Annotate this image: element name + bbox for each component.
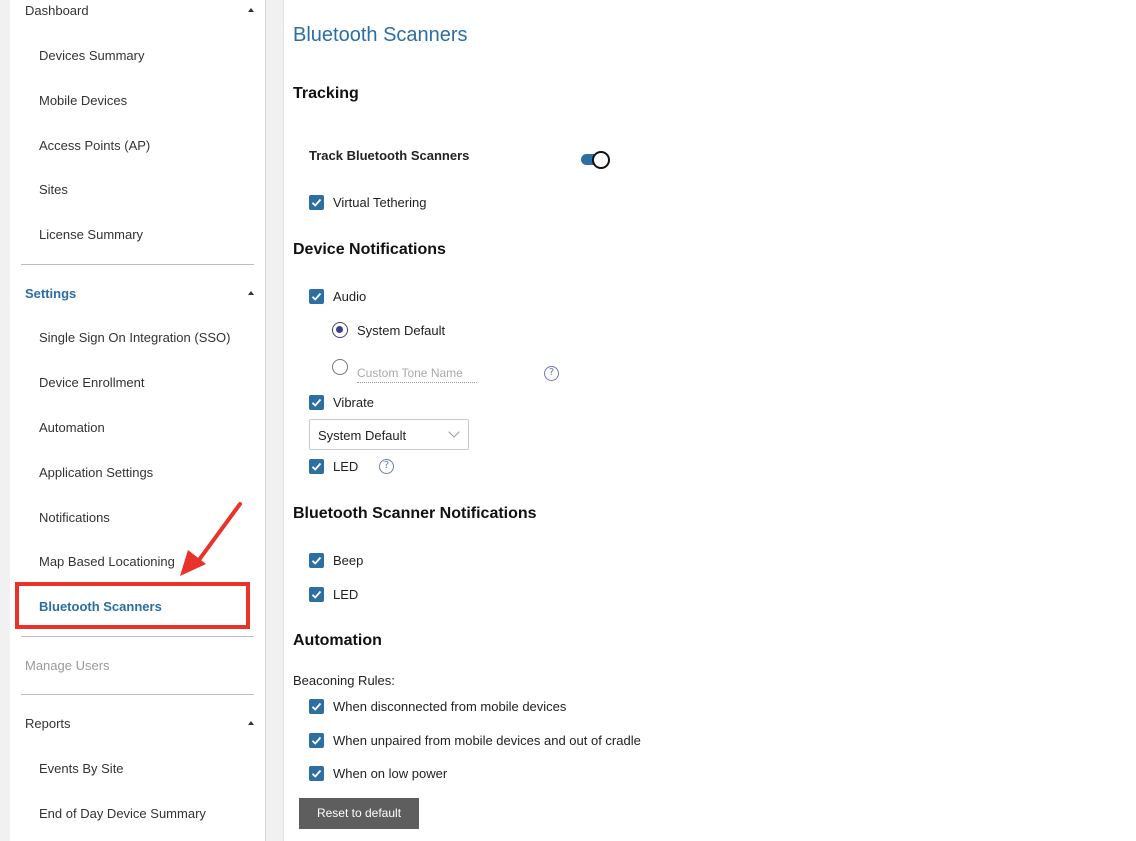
audio-label: Audio — [333, 289, 367, 304]
system-default-label: System Default — [357, 323, 446, 338]
sidebar-item-application-settings[interactable]: Application Settings — [39, 465, 153, 480]
sidebar-group-dashboard[interactable]: Dashboard — [25, 3, 89, 18]
caret-up-icon[interactable] — [248, 291, 254, 295]
sidebar-group-reports[interactable]: Reports — [25, 716, 71, 731]
check-icon — [311, 736, 322, 745]
sidebar-divider — [21, 264, 254, 265]
section-heading-automation: Automation — [293, 632, 382, 649]
virtual-tethering-checkbox[interactable] — [309, 195, 324, 210]
sidebar-item-sso[interactable]: Single Sign On Integration (SSO) — [39, 330, 231, 345]
check-icon — [311, 292, 322, 301]
track-bluetooth-scanners-toggle[interactable] — [581, 150, 611, 170]
custom-tone-name-input[interactable] — [357, 361, 477, 383]
rule-low-power-label: When on low power — [333, 766, 448, 781]
system-default-radio[interactable] — [332, 322, 348, 338]
chevron-down-icon — [448, 426, 460, 438]
sidebar-item-license-summary[interactable]: License Summary — [39, 227, 143, 242]
sidebar-item-device-enrollment[interactable]: Device Enrollment — [39, 375, 145, 390]
beep-label: Beep — [333, 553, 364, 568]
red-arrow-annotation-icon — [180, 502, 242, 576]
rule-unpaired-label: When unpaired from mobile devices and ou… — [333, 733, 641, 748]
virtual-tethering-label: Virtual Tethering — [333, 195, 427, 210]
rule-disconnected-checkbox[interactable] — [309, 699, 324, 714]
device-led-label: LED — [333, 459, 359, 474]
sidebar-divider — [21, 636, 254, 637]
check-icon — [311, 398, 322, 407]
rule-unpaired-checkbox[interactable] — [309, 733, 324, 748]
sidebar-item-map-based-locationing[interactable]: Map Based Locationing — [39, 554, 175, 569]
sidebar-item-notifications[interactable]: Notifications — [39, 510, 110, 525]
toggle-knob — [592, 151, 610, 169]
sidebar-item-end-of-day-summary[interactable]: End of Day Device Summary — [39, 806, 206, 821]
sidebar-item-access-points[interactable]: Access Points (AP) — [39, 138, 150, 153]
section-heading-tracking: Tracking — [293, 85, 359, 102]
device-led-checkbox[interactable] — [309, 459, 324, 474]
check-icon — [311, 590, 322, 599]
beaconing-rules-label: Beaconing Rules: — [293, 673, 395, 688]
sidebar-group-manage-users[interactable]: Manage Users — [25, 658, 110, 673]
sidebar-item-devices-summary[interactable]: Devices Summary — [39, 48, 144, 63]
sidebar-item-mobile-devices[interactable]: Mobile Devices — [39, 93, 127, 108]
sidebar: Dashboard Devices Summary Mobile Devices… — [10, 0, 266, 841]
check-icon — [311, 769, 322, 778]
help-icon[interactable]: ? — [544, 366, 559, 381]
check-icon — [311, 556, 322, 565]
vibrate-checkbox[interactable] — [309, 395, 324, 410]
help-icon[interactable]: ? — [379, 459, 394, 474]
vibrate-select-value: System Default — [318, 428, 407, 443]
rule-disconnected-label: When disconnected from mobile devices — [333, 699, 567, 714]
main-content: Bluetooth Scanners Tracking Track Blueto… — [285, 0, 1136, 841]
left-edge-strip — [0, 0, 10, 841]
reset-to-default-button[interactable]: Reset to default — [299, 798, 419, 829]
highlight-annotation-box — [15, 582, 250, 629]
page-title: Bluetooth Scanners — [293, 24, 468, 46]
sidebar-divider — [21, 694, 254, 695]
scanner-led-checkbox[interactable] — [309, 587, 324, 602]
check-icon — [311, 462, 322, 471]
check-icon — [311, 198, 322, 207]
track-bluetooth-scanners-label: Track Bluetooth Scanners — [309, 148, 470, 163]
caret-up-icon[interactable] — [248, 8, 254, 12]
sidebar-group-settings[interactable]: Settings — [25, 286, 76, 301]
caret-up-icon[interactable] — [248, 721, 254, 725]
vibrate-pattern-select[interactable]: System Default — [309, 419, 469, 450]
sidebar-item-events-by-site[interactable]: Events By Site — [39, 761, 124, 776]
beep-checkbox[interactable] — [309, 553, 324, 568]
sidebar-item-sites[interactable]: Sites — [39, 182, 68, 197]
vibrate-label: Vibrate — [333, 395, 374, 410]
rule-low-power-checkbox[interactable] — [309, 766, 324, 781]
section-heading-device-notifications: Device Notifications — [293, 241, 446, 258]
sidebar-item-automation[interactable]: Automation — [39, 420, 105, 435]
scanner-led-label: LED — [333, 587, 359, 602]
custom-tone-radio[interactable] — [332, 359, 348, 375]
audio-checkbox[interactable] — [309, 289, 324, 304]
sidebar-gutter — [266, 0, 284, 841]
section-heading-scanner-notifications: Bluetooth Scanner Notifications — [293, 505, 537, 522]
check-icon — [311, 702, 322, 711]
